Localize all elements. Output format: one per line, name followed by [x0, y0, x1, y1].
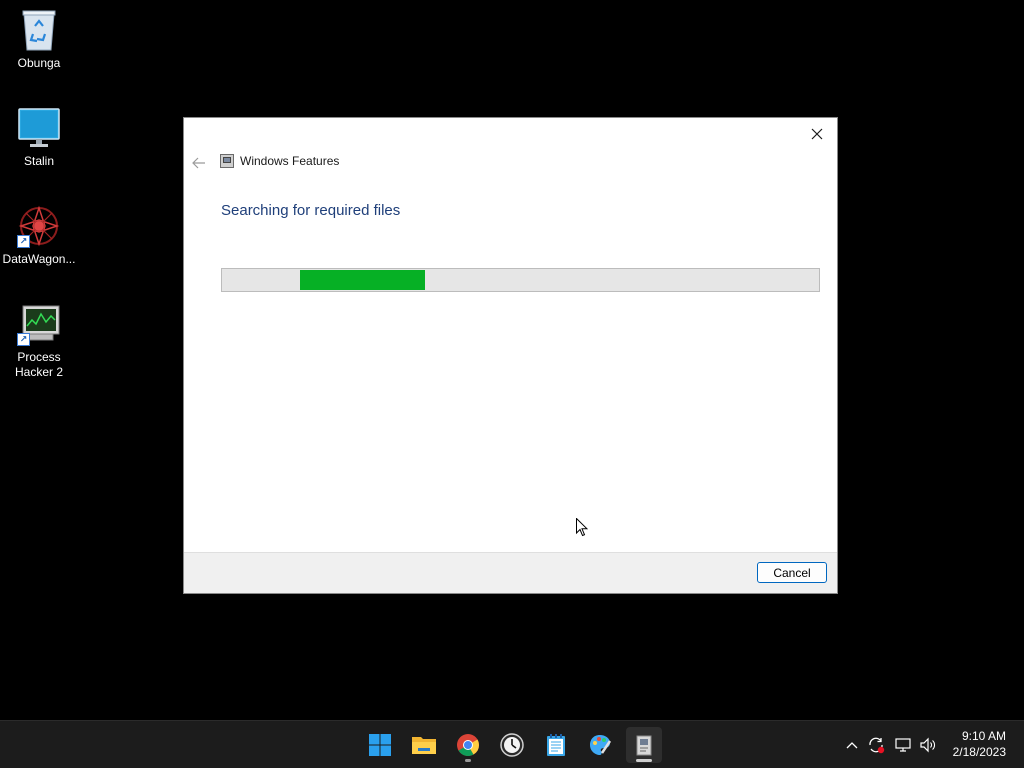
- windows-features-icon: [220, 154, 234, 168]
- dialog-footer: Cancel: [184, 552, 837, 593]
- shortcut-arrow-icon: ↗: [17, 235, 30, 248]
- datawagon-icon: ↗: [15, 204, 63, 248]
- taskbar-file-explorer[interactable]: [406, 727, 442, 763]
- mouse-cursor-icon: [576, 518, 588, 537]
- clock-time: 9:10 AM: [961, 729, 1006, 743]
- taskbar-chrome[interactable]: [450, 727, 486, 763]
- shortcut-arrow-icon: ↗: [17, 333, 30, 346]
- tray-sync[interactable]: [866, 735, 886, 755]
- taskbar: 9:10 AM 2/18/2023: [0, 720, 1024, 768]
- paint-icon: [590, 735, 612, 755]
- network-icon: [895, 738, 911, 752]
- process-hacker-icon: ↗: [15, 302, 63, 346]
- tray-overflow-button[interactable]: [842, 735, 862, 755]
- clock-date: 2/18/2023: [952, 745, 1006, 759]
- back-button[interactable]: [190, 154, 208, 172]
- tray-network[interactable]: [894, 735, 914, 755]
- file-explorer-icon: [412, 737, 436, 754]
- desktop: Obunga Stalin ↗ DataWagon... ↗ Process H…: [0, 0, 1024, 720]
- chevron-up-icon: [846, 742, 858, 749]
- dialog-title: Windows Features: [240, 154, 340, 168]
- clock-app-icon: [500, 733, 524, 757]
- desktop-icon-obunga[interactable]: Obunga: [0, 8, 78, 71]
- desktop-icon-label: Stalin: [23, 154, 55, 168]
- recycle-bin-icon: [15, 8, 63, 52]
- running-indicator: [465, 759, 471, 762]
- taskbar-notepad[interactable]: [538, 727, 574, 763]
- desktop-icon-stalin[interactable]: Stalin: [0, 106, 78, 169]
- taskbar-clock[interactable]: [494, 727, 530, 763]
- desktop-icon-label: DataWagon...: [2, 252, 76, 266]
- windows-features-dialog: Windows Features Searching for required …: [183, 117, 838, 594]
- close-icon: [811, 128, 823, 140]
- desktop-icon-label: Obunga: [17, 56, 61, 70]
- sync-icon: [869, 737, 885, 754]
- dialog-title-row: Windows Features: [220, 154, 339, 168]
- volume-icon: [920, 737, 935, 753]
- notepad-icon: [547, 734, 565, 756]
- tray-volume[interactable]: [918, 735, 938, 755]
- windows-start-icon: [369, 734, 391, 756]
- chrome-icon: [457, 734, 479, 756]
- cancel-button[interactable]: Cancel: [757, 562, 827, 583]
- progress-bar-fill: [300, 270, 425, 290]
- taskbar-clock-readout[interactable]: 9:10 AM 2/18/2023: [953, 728, 1006, 760]
- taskbar-windows-features[interactable]: [626, 727, 662, 763]
- desktop-icon-process-hacker[interactable]: ↗ Process Hacker 2: [0, 302, 78, 380]
- taskbar-paint[interactable]: [582, 727, 618, 763]
- start-button[interactable]: [362, 727, 398, 763]
- status-heading: Searching for required files: [221, 202, 401, 219]
- desktop-icon-datawagon[interactable]: ↗ DataWagon...: [0, 204, 78, 267]
- active-indicator: [636, 759, 652, 762]
- close-button[interactable]: [803, 122, 831, 146]
- back-arrow-icon: [192, 157, 205, 169]
- desktop-icon-label: Process Hacker 2: [14, 350, 64, 379]
- monitor-icon: [15, 106, 63, 150]
- windows-features-icon: [636, 735, 652, 756]
- progress-bar: [221, 268, 820, 292]
